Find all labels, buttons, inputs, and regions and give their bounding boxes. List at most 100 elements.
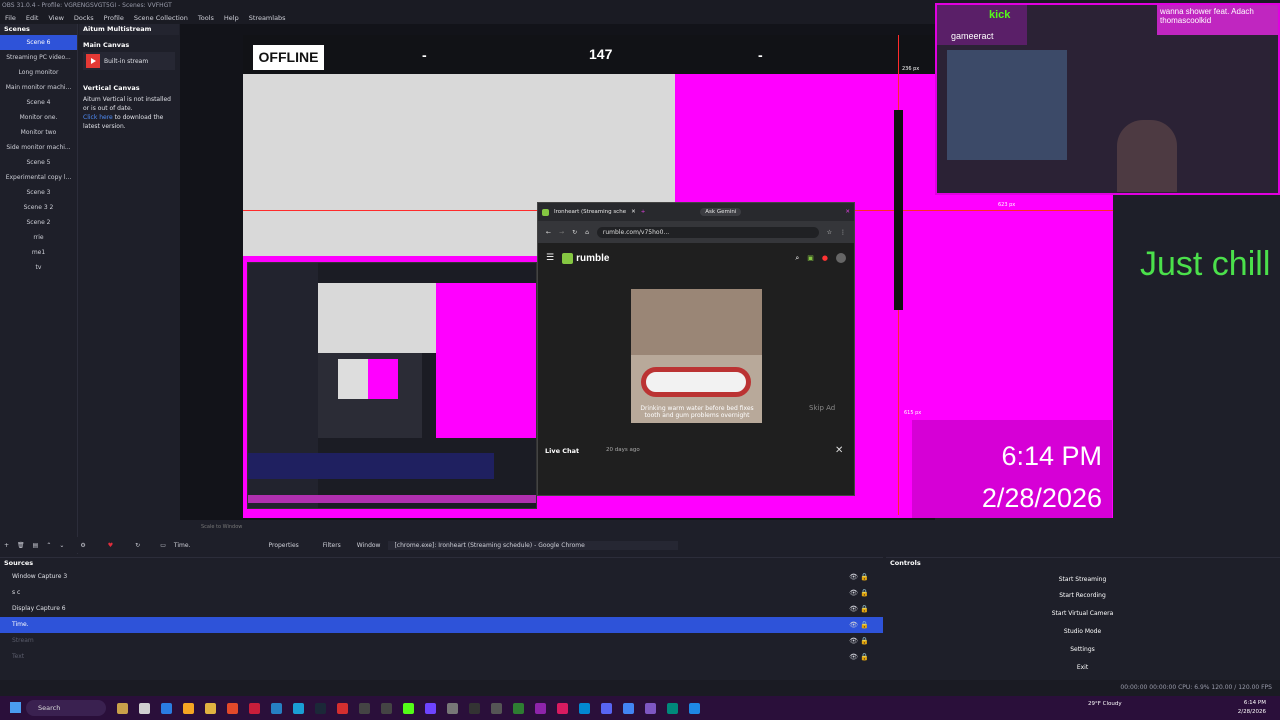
- window-close-icon[interactable]: ✕: [845, 209, 850, 215]
- settings-button[interactable]: Settings: [890, 642, 1275, 658]
- live-chat-label[interactable]: Live Chat: [545, 447, 579, 455]
- add-scene-icon[interactable]: +: [4, 542, 9, 549]
- download-link[interactable]: Click here: [83, 114, 113, 121]
- menu-tools[interactable]: Tools: [198, 14, 214, 22]
- rumble-brand[interactable]: rumble: [576, 253, 609, 264]
- app-icon[interactable]: [183, 702, 194, 714]
- start-icon[interactable]: [10, 702, 21, 713]
- selected-source-bar[interactable]: [894, 110, 903, 310]
- ad-video[interactable]: Drinking warm water before bed fixes too…: [631, 289, 762, 423]
- scene-item[interactable]: Main monitor machi...: [0, 80, 77, 95]
- source-row[interactable]: Stream 👁 🔒: [0, 633, 883, 649]
- menu-help[interactable]: Help: [224, 14, 239, 22]
- home-icon[interactable]: ⌂: [585, 229, 589, 236]
- scale-label[interactable]: Scale to Window: [201, 524, 242, 530]
- back-icon[interactable]: ←: [546, 229, 551, 236]
- app-icon[interactable]: [667, 702, 678, 714]
- scene-item[interactable]: Scene 6: [0, 35, 77, 50]
- app-icon[interactable]: [139, 702, 150, 714]
- avatar[interactable]: [836, 253, 846, 263]
- scene-item[interactable]: tv: [0, 260, 77, 275]
- reload-icon[interactable]: ↻: [572, 229, 577, 236]
- filter-icon[interactable]: ▤: [33, 542, 39, 549]
- menu-scene-collection[interactable]: Scene Collection: [134, 14, 188, 22]
- visibility-lock-icons[interactable]: 👁 🔒: [849, 633, 869, 649]
- app-icon[interactable]: [293, 702, 304, 714]
- source-row[interactable]: s c 👁 🔒: [0, 585, 883, 601]
- scene-item[interactable]: rrie: [0, 230, 77, 245]
- menu-docks[interactable]: Docks: [74, 14, 94, 22]
- scene-item[interactable]: Streaming PC video...: [0, 50, 77, 65]
- refresh-icon[interactable]: ↻: [135, 542, 140, 549]
- app-icon[interactable]: [645, 702, 656, 714]
- scene-item[interactable]: Scene 3: [0, 185, 77, 200]
- scene-item[interactable]: Side monitor machi...: [0, 140, 77, 155]
- menu-streamlabs[interactable]: Streamlabs: [249, 14, 286, 22]
- obs-icon[interactable]: [359, 702, 370, 714]
- app-icon[interactable]: [249, 702, 260, 714]
- scene-item[interactable]: Scene 2: [0, 215, 77, 230]
- scene-item[interactable]: Scene 4: [0, 95, 77, 110]
- start-streaming-button[interactable]: Start Streaming: [890, 572, 1275, 588]
- kick-icon[interactable]: [403, 702, 414, 714]
- weather-widget[interactable]: 29°F Cloudy: [1088, 701, 1128, 708]
- app-icon[interactable]: [117, 702, 128, 714]
- chrome-tab-title[interactable]: Ironheart (Streaming sche: [554, 209, 626, 215]
- scene-item[interactable]: Scene 3 2: [0, 200, 77, 215]
- ask-gemini-button[interactable]: Ask Gemini: [700, 208, 742, 216]
- menu-view[interactable]: View: [48, 14, 63, 22]
- scene-item[interactable]: me1: [0, 245, 77, 260]
- source-row[interactable]: Display Capture 6 👁 🔒: [0, 601, 883, 617]
- app-icon[interactable]: [689, 702, 700, 714]
- visibility-lock-icons[interactable]: 👁 🔒: [849, 649, 869, 665]
- studio-mode-button[interactable]: Studio Mode: [890, 624, 1275, 640]
- gear-icon[interactable]: [447, 702, 458, 714]
- start-virtual-camera-button[interactable]: Start Virtual Camera: [890, 606, 1275, 622]
- scene-item[interactable]: Monitor two: [0, 125, 77, 140]
- app-icon[interactable]: [161, 702, 172, 714]
- app-icon[interactable]: [227, 702, 238, 714]
- search-icon[interactable]: ⌕: [795, 254, 799, 263]
- discord-icon[interactable]: [601, 702, 612, 714]
- tab-close-icon[interactable]: ✕: [631, 209, 636, 215]
- heart-icon[interactable]: ♥: [108, 542, 113, 549]
- app-icon[interactable]: [513, 702, 524, 714]
- taskbar-clock[interactable]: 6:14 PM 2/28/2026: [1238, 699, 1266, 717]
- menu-file[interactable]: File: [5, 14, 16, 22]
- steam-icon[interactable]: [315, 702, 326, 714]
- filters-button[interactable]: Filters: [323, 542, 341, 549]
- properties-button[interactable]: Properties: [268, 542, 298, 549]
- scene-item[interactable]: Experimental copy l...: [0, 170, 77, 185]
- chrome-window[interactable]: Ironheart (Streaming sche ✕ + Ask Gemini…: [537, 202, 855, 496]
- visibility-lock-icons[interactable]: 👁 🔒: [849, 601, 869, 617]
- app-icon[interactable]: [491, 702, 502, 714]
- built-in-stream-row[interactable]: Built-in stream: [83, 52, 175, 70]
- window-select[interactable]: [chrome.exe]: Ironheart (Streaming sched…: [388, 540, 679, 550]
- start-recording-button[interactable]: Start Recording: [890, 588, 1275, 604]
- exit-button[interactable]: Exit: [890, 660, 1275, 676]
- source-row[interactable]: Time. 👁 🔒: [0, 617, 883, 633]
- menu-kebab-icon[interactable]: ⋮: [840, 229, 846, 236]
- menu-profile[interactable]: Profile: [104, 14, 124, 22]
- hamburger-icon[interactable]: ☰: [546, 253, 554, 263]
- taskbar-search[interactable]: Search: [26, 700, 106, 716]
- visibility-lock-icons[interactable]: 👁 🔒: [849, 569, 869, 585]
- app-icon[interactable]: [381, 702, 392, 714]
- address-bar[interactable]: rumble.com/v75ho0...: [596, 226, 819, 238]
- chrome-icon[interactable]: [623, 702, 634, 714]
- scene-item[interactable]: Monitor one.: [0, 110, 77, 125]
- app-icon[interactable]: [425, 702, 436, 714]
- app-icon[interactable]: [469, 702, 480, 714]
- scene-item[interactable]: Long monitor: [0, 65, 77, 80]
- app-icon[interactable]: [557, 702, 568, 714]
- menu-edit[interactable]: Edit: [26, 14, 39, 22]
- skip-ad-button[interactable]: Skip Ad: [809, 404, 835, 412]
- visibility-lock-icons[interactable]: 👁 🔒: [849, 585, 869, 601]
- move-up-icon[interactable]: ⌃: [46, 542, 51, 549]
- source-row[interactable]: Window Capture 3 👁 🔒: [0, 569, 883, 585]
- close-chat-icon[interactable]: ✕: [835, 445, 843, 456]
- folder-icon[interactable]: [205, 702, 216, 714]
- app-icon[interactable]: [535, 702, 546, 714]
- upload-icon[interactable]: ▣: [807, 254, 814, 262]
- app-icon[interactable]: [579, 702, 590, 714]
